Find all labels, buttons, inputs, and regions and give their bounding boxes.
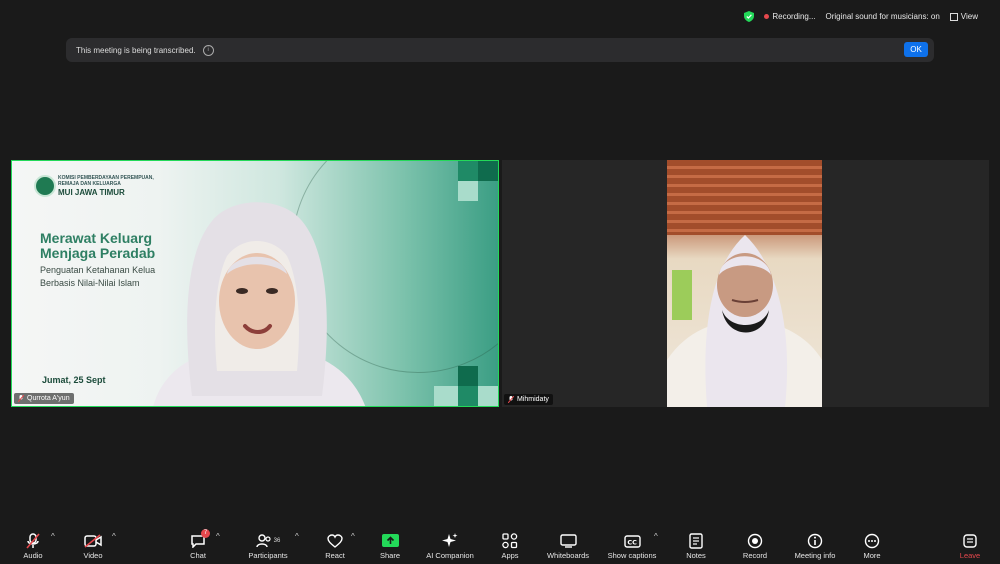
leave-button[interactable]: Leave (955, 533, 985, 560)
mui-logo (34, 175, 56, 197)
participants-icon (255, 534, 271, 548)
mic-off-icon (18, 395, 24, 402)
view-grid-icon (949, 12, 958, 21)
show-captions-button[interactable]: CC Show captions (602, 533, 662, 560)
recording-label: Recording... (772, 12, 816, 21)
record-icon (747, 533, 763, 549)
banner-text: This meeting is being transcribed. (76, 45, 196, 55)
slide-decoration-square (434, 386, 458, 406)
apps-icon (502, 533, 518, 549)
react-label: React (325, 551, 345, 560)
audio-options-chevron-icon[interactable]: ^ (51, 532, 55, 541)
meeting-info-label: Meeting info (794, 551, 836, 560)
video-options-chevron-icon[interactable]: ^ (112, 532, 116, 541)
record-label: Record (742, 551, 768, 560)
leave-label: Leave (959, 551, 981, 560)
show-captions-label: Show captions (607, 551, 657, 560)
notes-label: Notes (686, 551, 706, 560)
more-button[interactable]: More (857, 533, 887, 560)
svg-text:CC: CC (627, 538, 637, 546)
apps-button[interactable]: Apps (495, 533, 525, 560)
slide-decoration-square (478, 386, 498, 406)
chat-label: Chat (190, 551, 206, 560)
participant-name: Qurrota A'yun (27, 395, 70, 402)
sparkle-icon (442, 533, 458, 547)
notes-button[interactable]: Notes (681, 533, 711, 560)
slide-decoration-square (458, 181, 478, 201)
record-button[interactable]: Record (740, 533, 770, 560)
heart-icon (327, 534, 343, 548)
whiteboard-icon (559, 534, 577, 548)
react-button[interactable]: React (320, 533, 350, 560)
participant-name: Mihmidaty (517, 396, 549, 403)
participants-options-chevron-icon[interactable]: ^ (295, 532, 299, 541)
video-button[interactable]: Video (78, 533, 108, 560)
slide-org-name: MUI JAWA TIMUR (58, 188, 125, 197)
status-area: Recording... Original sound for musician… (744, 11, 978, 22)
participant-figure (667, 235, 822, 407)
chat-options-chevron-icon[interactable]: ^ (216, 532, 220, 541)
audio-label: Audio (23, 551, 43, 560)
original-sound-label[interactable]: Original sound for musicians: on (826, 12, 940, 21)
speaker-video (153, 202, 366, 406)
react-options-chevron-icon[interactable]: ^ (351, 532, 355, 541)
slide-org-line: KOMISI PEMBERDAYAAN PEREMPUAN, REMAJA DA… (58, 175, 154, 187)
participant-name-tag: Mihmidaty (504, 394, 553, 405)
record-dot-icon (764, 14, 770, 19)
share-screen-icon (381, 534, 399, 547)
closed-captions-icon: CC (623, 534, 641, 548)
audio-button[interactable]: Audio (18, 533, 48, 560)
whiteboards-button[interactable]: Whiteboards (541, 533, 595, 560)
video-tile-active-speaker[interactable]: KOMISI PEMBERDAYAAN PEREMPUAN, REMAJA DA… (11, 160, 499, 407)
participants-button[interactable]: 36 Participants (243, 533, 293, 560)
participant-name-tag: Qurrota A'yun (14, 393, 74, 404)
slide-decoration-square (458, 161, 478, 181)
slide-date: Jumat, 25 Sept (42, 375, 106, 385)
slide-decoration-square (478, 161, 498, 181)
video-label: Video (83, 551, 103, 560)
slide-decoration-square (458, 366, 478, 386)
chat-button[interactable]: 7 Chat (183, 529, 213, 560)
view-label: View (960, 12, 978, 21)
more-dots-icon (864, 533, 880, 549)
ai-companion-button[interactable]: AI Companion (420, 533, 480, 560)
participants-label: Participants (248, 551, 288, 560)
view-button[interactable]: View (949, 12, 978, 21)
whiteboards-label: Whiteboards (546, 551, 590, 560)
captions-options-chevron-icon[interactable]: ^ (654, 532, 658, 541)
recording-indicator[interactable]: Recording... (764, 12, 816, 21)
info-circle-icon (807, 533, 823, 549)
transcription-banner: This meeting is being transcribed. i OK (66, 38, 934, 62)
ok-button[interactable]: OK (904, 42, 928, 57)
share-label: Share (379, 551, 400, 560)
ai-companion-label: AI Companion (426, 551, 474, 560)
video-off-icon (84, 534, 102, 548)
more-label: More (863, 551, 881, 560)
video-tile-participant[interactable]: Mihmidaty (502, 160, 989, 407)
mic-off-icon (508, 396, 514, 403)
info-icon[interactable]: i (202, 44, 214, 56)
meeting-toolbar: Audio ^ Video ^ 7 Chat ^ 36 Participants… (0, 524, 1000, 564)
meeting-info-button[interactable]: Meeting info (788, 533, 842, 560)
shield-icon[interactable] (744, 11, 755, 22)
notes-icon (689, 533, 703, 549)
slide-decoration-square (458, 386, 478, 406)
participant-video (667, 160, 822, 407)
participants-count: 36 (273, 538, 281, 544)
leave-icon (963, 534, 977, 548)
mic-muted-icon (26, 533, 40, 549)
chat-unread-badge: 7 (201, 529, 210, 538)
share-button[interactable]: Share (375, 533, 405, 560)
apps-label: Apps (501, 551, 519, 560)
top-bar: Recording... Original sound for musician… (0, 0, 1000, 34)
